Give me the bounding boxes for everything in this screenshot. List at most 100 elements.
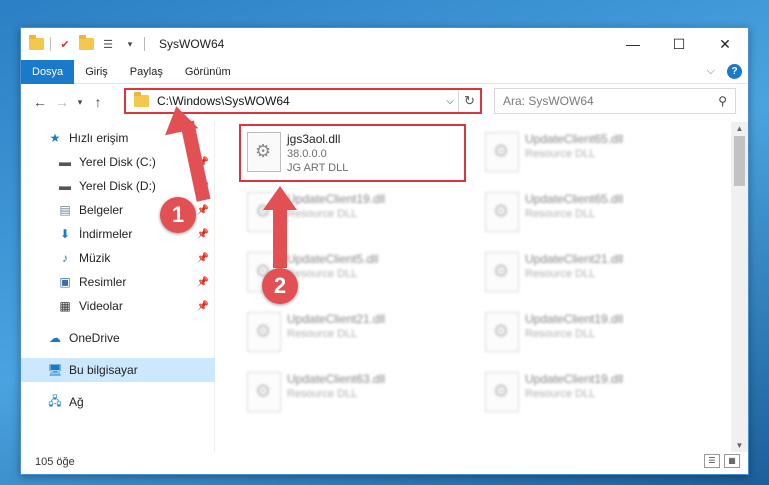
file-name: UpdateClient19.dll <box>525 312 624 326</box>
callout-badge-1: 1 <box>160 197 196 233</box>
tab-gorunum[interactable]: Görünüm <box>174 60 242 84</box>
file-item[interactable]: UpdateClient19.dll Resource DLL <box>481 368 711 424</box>
customize-icon[interactable]: ☰ <box>100 37 116 51</box>
dll-file-icon <box>485 132 519 172</box>
dll-file-icon <box>247 372 281 412</box>
file-desc: Resource DLL <box>525 208 596 220</box>
pin-icon[interactable]: 📌 <box>197 205 209 216</box>
nav-item-music[interactable]: ♪ Müzik 📌 <box>21 246 215 270</box>
vertical-scrollbar[interactable]: ▲ ▼ <box>731 122 748 452</box>
tab-dosya[interactable]: Dosya <box>21 59 75 84</box>
quick-access-toolbar: ✔ ☰ ▾ <box>21 35 138 51</box>
file-name: UpdateClient19.dll <box>525 372 624 386</box>
file-highlight-box <box>239 124 466 182</box>
properties-icon[interactable]: ✔ <box>57 37 73 51</box>
address-path[interactable]: C:\Windows\SysWOW64 <box>157 94 442 108</box>
dll-file-icon <box>485 252 519 292</box>
status-bar: 105 öğe ☰ ▦ <box>21 450 748 474</box>
videos-icon: ▦ <box>59 299 71 313</box>
drive-icon: ▬ <box>59 155 71 169</box>
tab-giris[interactable]: Giriş <box>74 60 119 84</box>
computer-icon: 🖥 <box>47 363 63 377</box>
file-item[interactable]: UpdateClient21.dll Resource DLL <box>481 248 711 304</box>
file-name: UpdateClient21.dll <box>287 312 386 326</box>
nav-item-label: Hızlı erişim <box>69 131 129 145</box>
help-icon[interactable]: ? <box>727 64 742 79</box>
minimize-button[interactable]: — <box>610 28 656 60</box>
refresh-button[interactable]: ↻ <box>458 90 480 112</box>
new-folder-icon[interactable] <box>79 35 94 50</box>
nav-item-network[interactable]: 🖧 Ağ <box>21 390 215 414</box>
dll-file-icon <box>485 192 519 232</box>
file-name: UpdateClient5.dll <box>287 252 379 266</box>
nav-item-label: Müzik <box>79 251 111 265</box>
nav-item-onedrive[interactable]: ☁ OneDrive <box>21 326 215 350</box>
nav-item-pictures[interactable]: ▣ Resimler 📌 <box>21 270 215 294</box>
folder-icon <box>29 35 44 50</box>
close-button[interactable]: ✕ <box>702 28 748 60</box>
up-button[interactable]: ↑ <box>87 94 109 110</box>
ribbon-right: ⌵ ? <box>707 64 742 79</box>
nav-item-this-pc[interactable]: 🖥 Bu bilgisayar <box>21 358 215 382</box>
file-item[interactable]: UpdateClient63.dll Resource DLL <box>243 368 473 424</box>
cloud-icon: ☁ <box>49 331 61 345</box>
file-desc: Resource DLL <box>525 268 596 280</box>
pin-icon[interactable]: 📌 <box>197 277 209 288</box>
recent-locations-button[interactable]: ▾ <box>73 97 87 108</box>
pin-icon[interactable]: 📌 <box>197 301 209 312</box>
item-count: 105 öğe <box>35 456 75 468</box>
separator <box>144 37 145 51</box>
details-view-icon[interactable]: ☰ <box>704 454 720 468</box>
download-icon: ⬇ <box>59 227 71 241</box>
file-desc: Resource DLL <box>287 328 358 340</box>
nav-item-label: Videolar <box>79 299 123 313</box>
file-item[interactable]: UpdateClient65.dll Resource DLL <box>481 128 711 184</box>
file-desc: Resource DLL <box>287 268 358 280</box>
callout-badge-2: 2 <box>262 268 298 304</box>
pin-icon[interactable]: 📌 <box>197 229 209 240</box>
nav-item-label: Yerel Disk (D:) <box>79 179 156 193</box>
back-button[interactable]: ← <box>29 94 51 110</box>
file-item[interactable]: UpdateClient19.dll Resource DLL <box>481 308 711 364</box>
file-item[interactable]: UpdateClient21.dll Resource DLL <box>243 308 473 364</box>
scroll-down-icon[interactable]: ▼ <box>731 441 748 450</box>
file-name: UpdateClient65.dll <box>525 192 624 206</box>
pin-icon[interactable]: 📌 <box>197 253 209 264</box>
arrow-2-head <box>263 186 297 210</box>
window-controls: — ☐ ✕ <box>610 28 748 60</box>
tiles-view-icon[interactable]: ▦ <box>724 454 740 468</box>
nav-item-local-disk-d[interactable]: ▬ Yerel Disk (D:) 📌 <box>21 174 215 198</box>
forward-button[interactable]: → <box>51 94 73 110</box>
search-icon[interactable]: ⚲ <box>718 94 727 108</box>
maximize-button[interactable]: ☐ <box>656 28 702 60</box>
network-icon: 🖧 <box>48 393 62 408</box>
chevron-down-icon[interactable]: ⌵ <box>442 96 458 107</box>
tab-paylas[interactable]: Paylaş <box>119 60 174 84</box>
dll-file-icon <box>485 312 519 352</box>
drive-icon: ▬ <box>59 179 71 193</box>
scroll-thumb[interactable] <box>734 136 745 186</box>
file-desc: Resource DLL <box>287 388 358 400</box>
search-input[interactable]: Ara: SysWOW64 ⚲ <box>494 88 736 114</box>
documents-icon: ▤ <box>59 203 71 217</box>
file-item[interactable]: UpdateClient65.dll Resource DLL <box>481 188 711 244</box>
dll-file-icon <box>485 372 519 412</box>
music-icon: ♪ <box>62 251 68 265</box>
view-buttons: ☰ ▦ <box>704 454 740 468</box>
separator <box>50 37 51 51</box>
file-desc: Resource DLL <box>287 208 358 220</box>
nav-item-label: İndirmeler <box>79 227 133 241</box>
file-desc: Resource DLL <box>525 388 596 400</box>
folder-icon <box>134 92 149 107</box>
nav-item-videos[interactable]: ▦ Videolar 📌 <box>21 294 215 318</box>
file-name: UpdateClient21.dll <box>525 252 624 266</box>
file-name: UpdateClient65.dll <box>525 132 624 146</box>
search-placeholder[interactable]: Ara: SysWOW64 <box>503 94 718 108</box>
chevron-down-icon[interactable]: ▾ <box>122 37 138 51</box>
file-desc: Resource DLL <box>525 328 596 340</box>
nav-item-label: Ağ <box>69 395 84 409</box>
scroll-up-icon[interactable]: ▲ <box>731 124 748 133</box>
dll-file-icon <box>247 312 281 352</box>
window-title: SysWOW64 <box>159 37 225 51</box>
collapse-ribbon-icon[interactable]: ⌵ <box>707 65 715 78</box>
